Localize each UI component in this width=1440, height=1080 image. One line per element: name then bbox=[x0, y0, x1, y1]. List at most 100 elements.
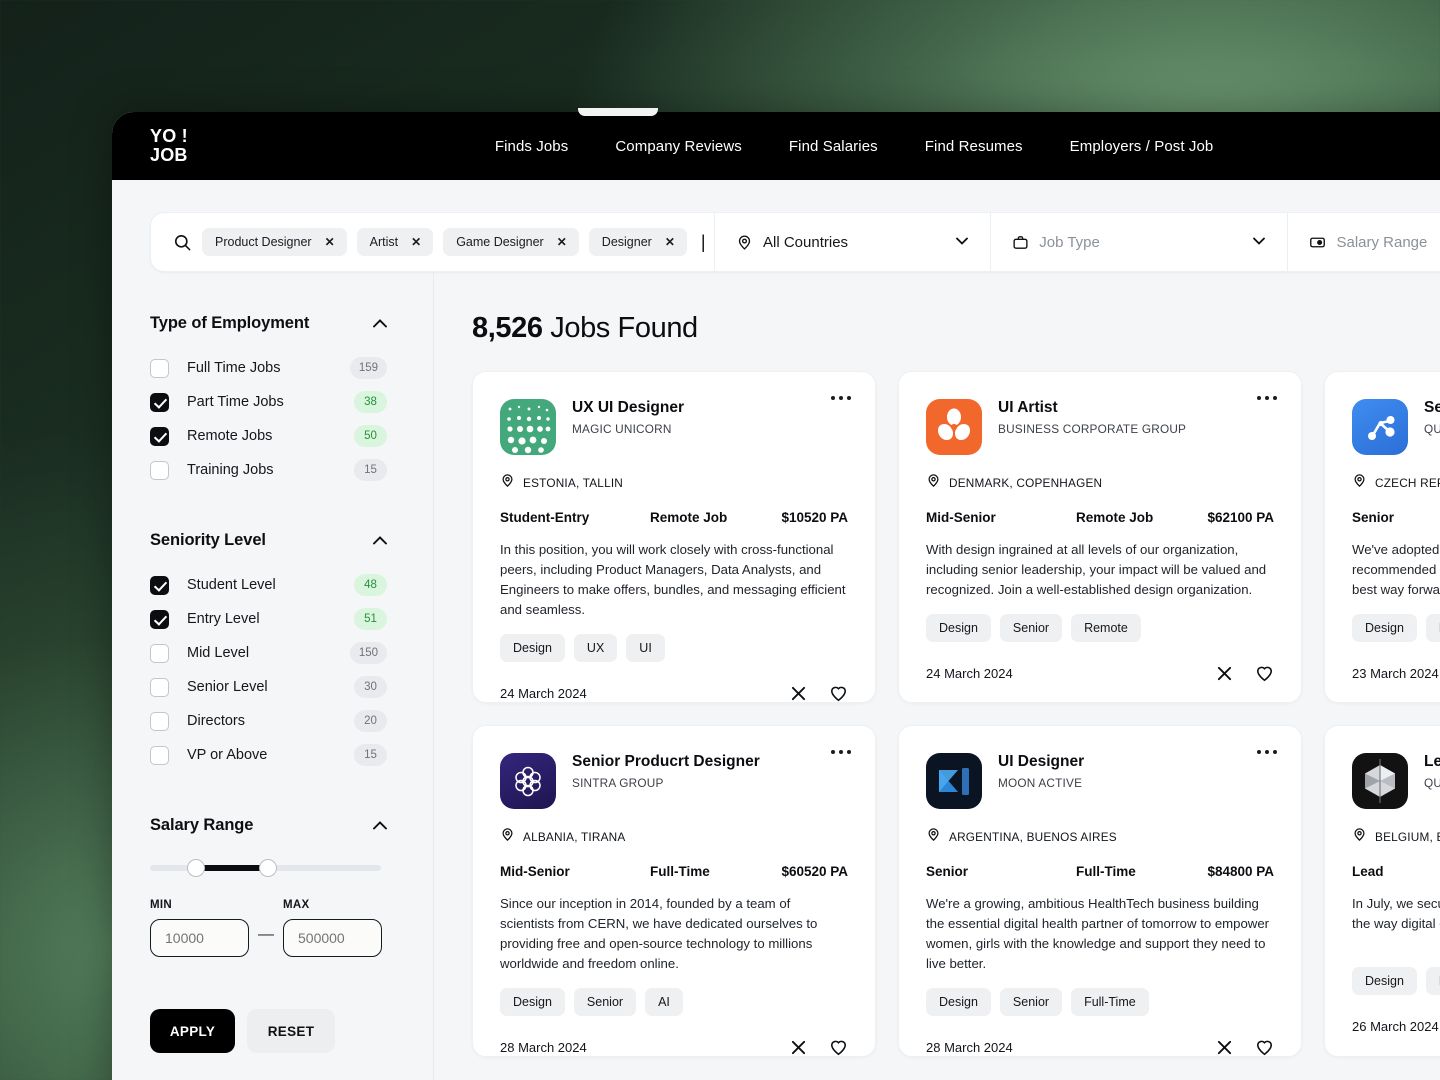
tag-game-designer[interactable]: Game Designer ✕ bbox=[443, 228, 579, 256]
nav-item-find-salaries[interactable]: Find Salaries bbox=[789, 138, 878, 155]
sintra-group-logo bbox=[500, 753, 556, 809]
tag-remove-icon[interactable]: ✕ bbox=[411, 236, 421, 248]
tag-remove-icon[interactable]: ✕ bbox=[665, 236, 675, 248]
filter-option-entry-level[interactable]: Entry Level 51 bbox=[150, 602, 387, 636]
close-icon[interactable] bbox=[1216, 665, 1233, 682]
filter-section-seniority-header[interactable]: Seniority Level bbox=[150, 531, 387, 550]
heart-icon[interactable] bbox=[829, 1038, 848, 1057]
filter-option-part-time-jobs[interactable]: Part Time Jobs 38 bbox=[150, 385, 387, 419]
job-tag[interactable]: Design bbox=[500, 988, 565, 1016]
tag-product-designer[interactable]: Product Designer ✕ bbox=[202, 228, 347, 256]
job-tag[interactable]: Remote bbox=[1071, 614, 1141, 642]
checkbox[interactable] bbox=[150, 576, 169, 595]
job-card[interactable]: Lead Product Designer QUVI BELGIUM, BRUS… bbox=[1324, 725, 1440, 1057]
salary-min-input[interactable] bbox=[150, 919, 249, 957]
job-tag[interactable]: Design bbox=[926, 988, 991, 1016]
location-text: ESTONIA, TALLIN bbox=[523, 476, 623, 490]
filter-option-student-level[interactable]: Student Level 48 bbox=[150, 568, 387, 602]
company-name: MOON ACTIVE bbox=[998, 776, 1084, 791]
tag-remove-icon[interactable]: ✕ bbox=[325, 236, 335, 248]
nav-item-finds-jobs[interactable]: Finds Jobs bbox=[495, 138, 569, 155]
more-dots-icon[interactable] bbox=[1257, 750, 1277, 754]
nav-item-find-resumes[interactable]: Find Resumes bbox=[925, 138, 1023, 155]
nav-item-employers-post-job[interactable]: Employers / Post Job bbox=[1070, 138, 1214, 155]
location-text: CZECH REPUBLIC, PRAGUE bbox=[1375, 476, 1440, 490]
job-card[interactable]: Senior Producrt Designer SINTRA GROUP AL… bbox=[472, 725, 876, 1057]
salary-range-slider[interactable] bbox=[150, 857, 381, 879]
job-tag[interactable]: Design bbox=[1352, 614, 1417, 642]
more-dots-icon[interactable] bbox=[1257, 396, 1277, 400]
search-tags-segment[interactable]: Product Designer ✕ Artist ✕ Game Designe… bbox=[151, 213, 714, 271]
close-icon[interactable] bbox=[790, 685, 807, 702]
job-tag[interactable]: Lead bbox=[1426, 967, 1440, 995]
job-date: 26 March 2024 bbox=[1352, 1019, 1439, 1034]
close-icon[interactable] bbox=[790, 1039, 807, 1056]
close-icon[interactable] bbox=[1216, 1039, 1233, 1056]
checkbox[interactable] bbox=[150, 359, 169, 378]
more-dots-icon[interactable] bbox=[831, 396, 851, 400]
job-tag[interactable]: AI bbox=[645, 988, 683, 1016]
job-tag[interactable]: UX bbox=[574, 634, 617, 662]
slider-handle-min[interactable] bbox=[187, 859, 205, 877]
filter-actions: APPLY RESET bbox=[150, 1009, 433, 1053]
job-card[interactable]: UI Designer MOON ACTIVE ARGENTINA, BUENO… bbox=[898, 725, 1302, 1057]
more-dots-icon[interactable] bbox=[831, 750, 851, 754]
job-tag[interactable]: Design bbox=[1352, 967, 1417, 995]
jobtype-filter-dropdown[interactable]: Job Type bbox=[990, 213, 1287, 271]
tag-designer[interactable]: Designer ✕ bbox=[589, 228, 687, 256]
nav-item-company-reviews[interactable]: Company Reviews bbox=[615, 138, 742, 155]
checkbox[interactable] bbox=[150, 746, 169, 765]
job-card-header: Lead Product Designer QUVI bbox=[1352, 753, 1440, 809]
apply-button[interactable]: APPLY bbox=[150, 1009, 235, 1053]
job-tag[interactable]: Design bbox=[926, 614, 991, 642]
job-tag[interactable]: Senior bbox=[574, 988, 636, 1016]
search-bar-container: Product Designer ✕ Artist ✕ Game Designe… bbox=[112, 180, 1440, 272]
tag-remove-icon[interactable]: ✕ bbox=[557, 236, 567, 248]
reset-button[interactable]: RESET bbox=[247, 1009, 335, 1053]
checkbox[interactable] bbox=[150, 610, 169, 629]
filter-section-salary-header[interactable]: Salary Range bbox=[150, 816, 387, 835]
job-card[interactable]: UI Artist BUSINESS CORPORATE GROUP DENMA… bbox=[898, 371, 1302, 703]
country-filter-dropdown[interactable]: All Countries bbox=[714, 213, 990, 271]
checkbox[interactable] bbox=[150, 427, 169, 446]
checkbox[interactable] bbox=[150, 644, 169, 663]
chevron-up-icon[interactable] bbox=[373, 533, 387, 548]
job-tag[interactable]: UI bbox=[626, 634, 665, 662]
heart-icon[interactable] bbox=[829, 684, 848, 703]
filter-option-training-jobs[interactable]: Training Jobs 15 bbox=[150, 453, 387, 487]
job-location: ARGENTINA, BUENOS AIRES bbox=[926, 827, 1274, 847]
heart-icon[interactable] bbox=[1255, 664, 1274, 683]
job-description: Since our inception in 2014, founded by … bbox=[500, 894, 848, 974]
filter-option-vp-or-above[interactable]: VP or Above 15 bbox=[150, 738, 387, 772]
chevron-up-icon[interactable] bbox=[373, 316, 387, 331]
salary-max-input[interactable] bbox=[283, 919, 382, 957]
filter-option-directors[interactable]: Directors 20 bbox=[150, 704, 387, 738]
job-tag[interactable]: Senior bbox=[1000, 988, 1062, 1016]
filter-option-full-time-jobs[interactable]: Full Time Jobs 159 bbox=[150, 351, 387, 385]
checkbox[interactable] bbox=[150, 393, 169, 412]
job-tag[interactable]: Design bbox=[500, 634, 565, 662]
heart-icon[interactable] bbox=[1255, 1038, 1274, 1057]
filter-option-senior-level[interactable]: Senior Level 30 bbox=[150, 670, 387, 704]
filter-option-remote-jobs[interactable]: Remote Jobs 50 bbox=[150, 419, 387, 453]
job-card-titles: Lead Product Designer QUVI bbox=[1424, 753, 1440, 791]
slider-handle-max[interactable] bbox=[259, 859, 277, 877]
range-separator: — bbox=[258, 926, 274, 944]
job-tag[interactable]: Product bbox=[1426, 614, 1440, 642]
salary-filter-dropdown[interactable]: Salary Range bbox=[1287, 213, 1440, 271]
checkbox[interactable] bbox=[150, 461, 169, 480]
job-card-header: UI Designer MOON ACTIVE bbox=[926, 753, 1274, 809]
job-card[interactable]: UX UI Designer MAGIC UNICORN ESTONIA, TA… bbox=[472, 371, 876, 703]
tag-artist[interactable]: Artist ✕ bbox=[357, 228, 434, 256]
job-seniority: Student-Entry bbox=[500, 510, 650, 525]
job-tag[interactable]: Full-Time bbox=[1071, 988, 1149, 1016]
job-card[interactable]: Senior Product Designer QUVI CZECH REPUB… bbox=[1324, 371, 1440, 703]
job-tag[interactable]: Senior bbox=[1000, 614, 1062, 642]
filter-section-employment-header[interactable]: Type of Employment bbox=[150, 314, 387, 333]
brand-logo[interactable]: YO ! JOB bbox=[150, 127, 188, 166]
filter-option-mid-level[interactable]: Mid Level 150 bbox=[150, 636, 387, 670]
filter-option-label: Student Level bbox=[187, 577, 276, 593]
chevron-up-icon[interactable] bbox=[373, 818, 387, 833]
checkbox[interactable] bbox=[150, 712, 169, 731]
checkbox[interactable] bbox=[150, 678, 169, 697]
